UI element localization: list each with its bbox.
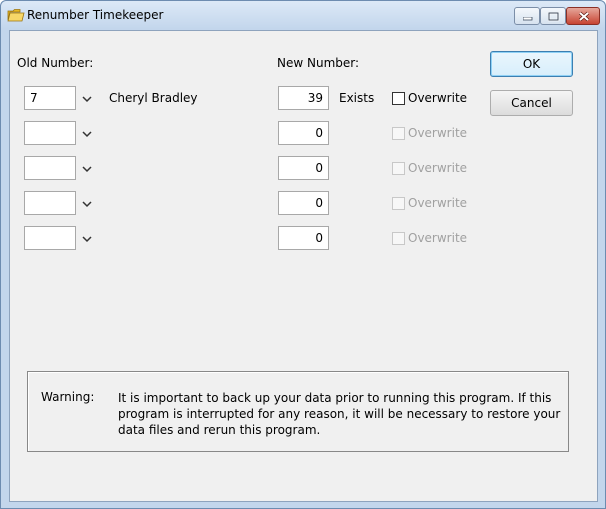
overwrite-label[interactable]: Overwrite: [408, 91, 467, 105]
overwrite-checkbox: [392, 127, 405, 140]
maximize-icon: [548, 12, 560, 22]
warning-text: It is important to back up your data pri…: [118, 391, 561, 437]
overwrite-checkbox: [392, 162, 405, 175]
maximize-button[interactable]: [540, 7, 566, 25]
overwrite-label: Overwrite: [408, 126, 468, 140]
chevron-down-icon[interactable]: [81, 93, 93, 105]
dialog-client-area: Old Number: New Number: OK Cancel 7 Cher…: [9, 30, 598, 502]
ok-button[interactable]: OK: [490, 51, 573, 77]
overwrite-label: Overwrite: [408, 231, 468, 245]
old-number-label: Old Number:: [17, 56, 94, 70]
new-number-input[interactable]: 0: [278, 191, 329, 215]
new-number-input[interactable]: 0: [278, 156, 329, 180]
exists-status: Exists: [339, 91, 375, 105]
cancel-button[interactable]: Cancel: [490, 90, 573, 116]
close-icon: [578, 11, 590, 22]
folder-icon: [7, 9, 25, 22]
overwrite-label: Overwrite: [408, 196, 468, 210]
warning-panel: Warning: It is important to back up your…: [27, 371, 569, 452]
dialog-window: Renumber Timekeeper Old Number: New Numb…: [0, 0, 606, 509]
title-bar[interactable]: Renumber Timekeeper: [1, 1, 605, 29]
old-number-input[interactable]: [24, 191, 76, 215]
new-number-input[interactable]: 0: [278, 121, 329, 145]
overwrite-checkbox[interactable]: [392, 92, 405, 105]
timekeeper-name: Cheryl Bradley: [109, 91, 198, 105]
warning-label: Warning:: [41, 390, 95, 404]
new-number-input[interactable]: 39: [278, 86, 329, 110]
close-button[interactable]: [566, 7, 600, 25]
chevron-down-icon[interactable]: [81, 233, 93, 245]
chevron-down-icon[interactable]: [81, 128, 93, 140]
old-number-input[interactable]: [24, 156, 76, 180]
minimize-button[interactable]: [514, 7, 540, 25]
chevron-down-icon[interactable]: [81, 198, 93, 210]
new-number-input[interactable]: 0: [278, 226, 329, 250]
minimize-icon: [523, 17, 533, 21]
overwrite-checkbox: [392, 197, 405, 210]
old-number-input[interactable]: [24, 226, 76, 250]
chevron-down-icon[interactable]: [81, 163, 93, 175]
window-title: Renumber Timekeeper: [27, 8, 164, 22]
new-number-label: New Number:: [277, 56, 360, 70]
old-number-input[interactable]: 7: [24, 86, 76, 110]
overwrite-label: Overwrite: [408, 161, 468, 175]
old-number-input[interactable]: [24, 121, 76, 145]
overwrite-checkbox: [392, 232, 405, 245]
